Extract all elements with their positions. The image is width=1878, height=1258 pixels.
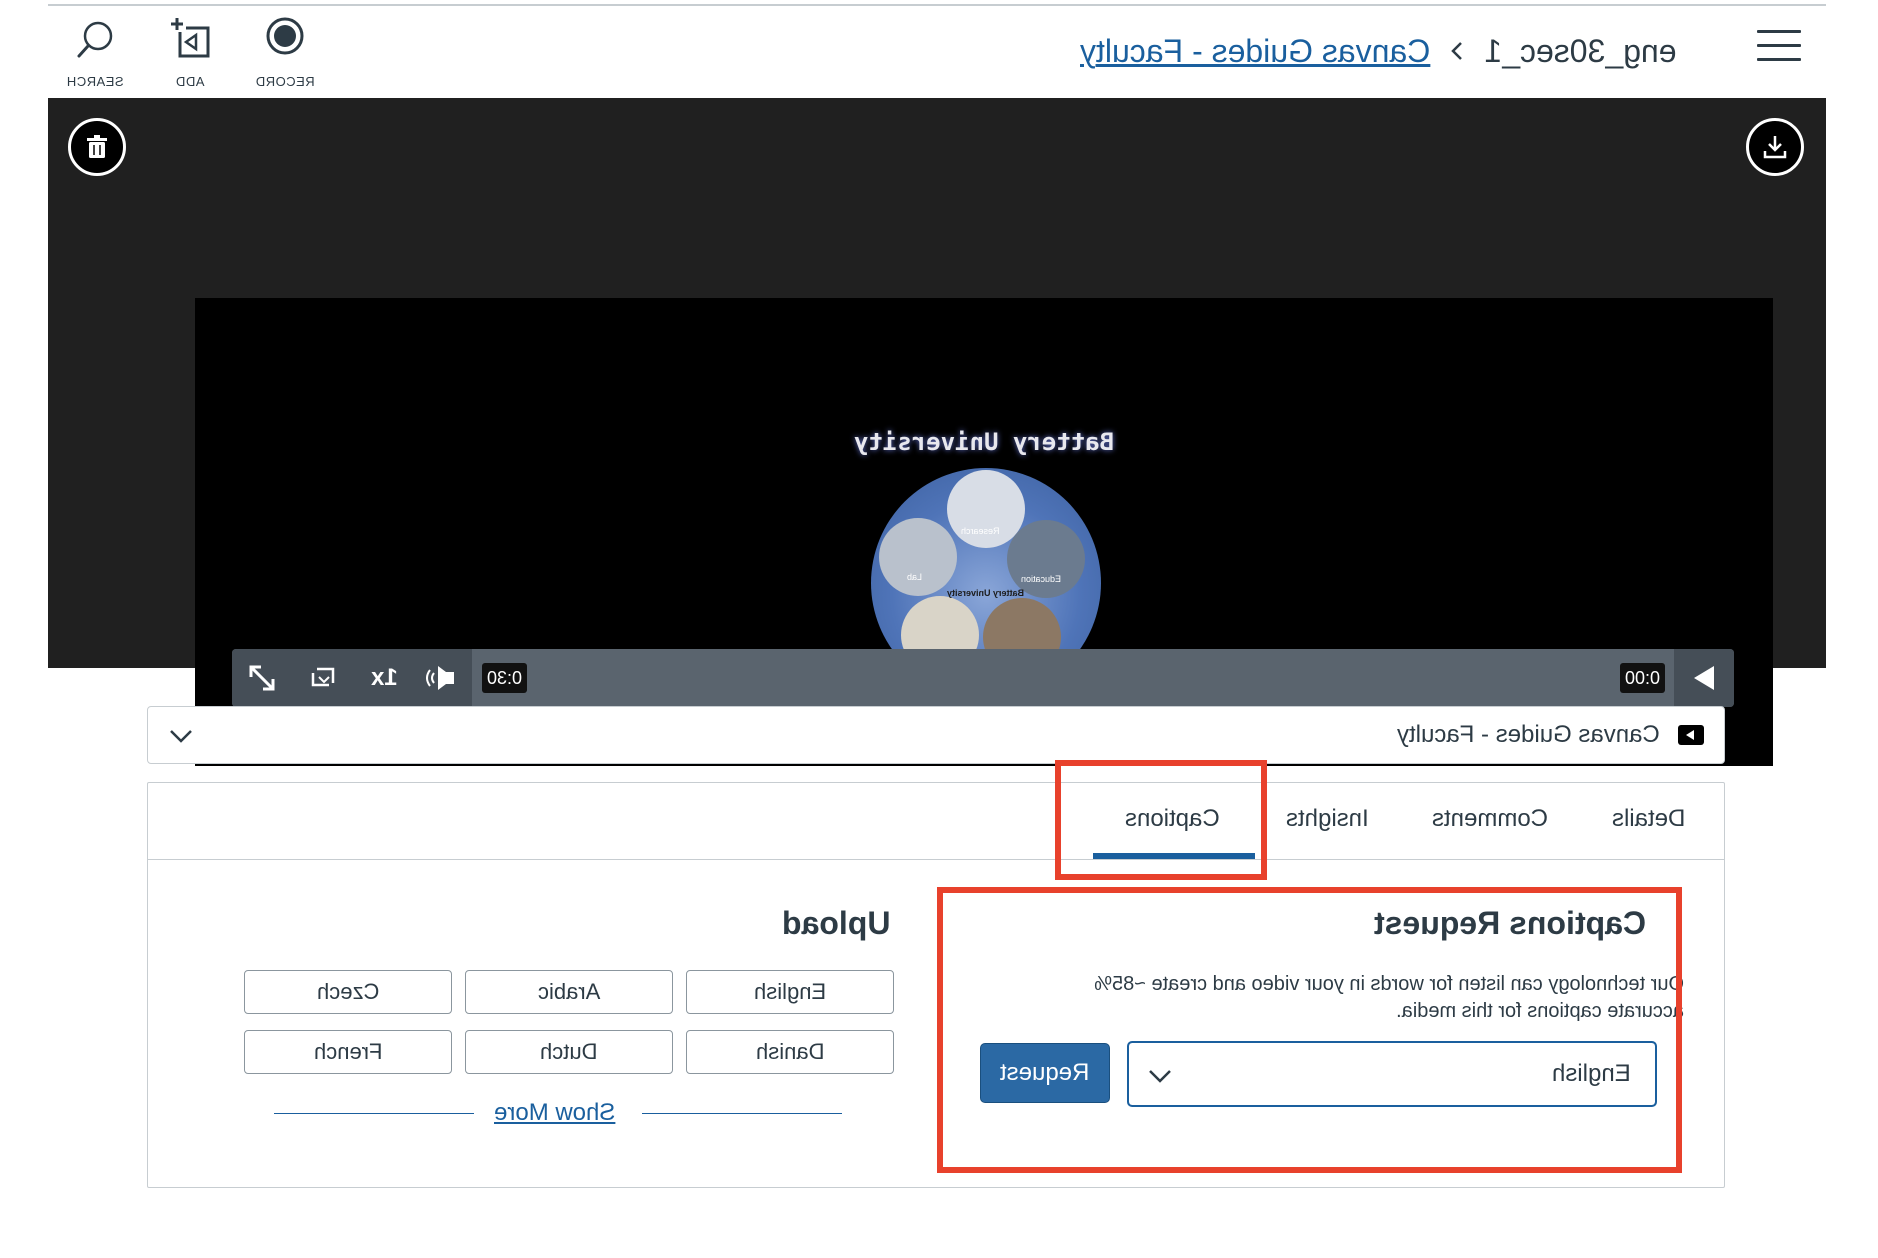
picture-in-picture-button[interactable] [300,649,346,707]
fullscreen-icon [249,665,275,691]
fullscreen-button[interactable] [238,649,286,707]
tab-comments[interactable]: Comments [1432,805,1548,833]
highlight-captions-tab [1055,760,1267,880]
logo-label-education: Education [1021,574,1062,584]
upload-czech-label: Czech [316,979,380,1004]
duration-display: 0:30 [482,663,528,693]
video-source-icon [1678,725,1704,745]
player-controls: 1x 0:30 0:00 [232,649,1734,707]
chevron-down-icon [170,730,192,743]
upload-danish-label: Danish [755,1039,825,1064]
upload-dutch-button[interactable]: Dutch [465,1030,673,1074]
upload-danish-button[interactable]: Danish [686,1030,894,1074]
upload-french-label: French [313,1039,383,1064]
current-time-text: 0:00 [1625,668,1661,688]
chevron-right-icon [1451,42,1463,60]
play-button[interactable] [1674,649,1734,707]
duration-text: 0:30 [487,668,523,688]
upload-french-button[interactable]: French [244,1030,452,1074]
search-tool[interactable]: SEARCH [50,16,140,89]
upload-czech-button[interactable]: Czech [244,970,452,1014]
volume-icon [426,666,454,690]
playback-speed-value: 1x [370,664,398,691]
upload-dutch-label: Dutch [540,1039,598,1064]
search-icon [77,21,113,58]
upload-arabic-button[interactable]: Arabic [465,970,673,1014]
download-button[interactable] [1746,118,1804,176]
media-source-label: Canvas Guides - Faculty [1397,721,1660,748]
media-frame: Battery University Research Education La… [48,98,1826,766]
breadcrumb-parent-link[interactable]: Canvas Guides - Faculty [1080,33,1430,70]
logo-label-lab: Lab [907,572,923,582]
upload-english-button[interactable]: English [686,970,894,1014]
show-more-divider-left [274,1113,474,1114]
add-media-icon [168,16,210,58]
media-source-select[interactable]: Canvas Guides - Faculty [147,706,1725,764]
breadcrumb-current: eng_30sec_1 [1484,32,1677,69]
show-more-divider-right [642,1113,842,1114]
top-divider [48,4,1826,6]
logo-label-center: Battery University [947,588,1025,598]
tab-bar: Details Comments Insights Captions [148,783,1724,860]
current-time-display: 0:00 [1620,663,1666,693]
video-player[interactable]: Battery University Research Education La… [195,298,1773,766]
trash-icon [87,135,107,158]
playback-speed-button[interactable]: 1x [360,649,408,707]
highlight-captions-request [937,887,1682,1173]
play-icon [1694,666,1714,690]
video-title-text: Battery University [853,428,1115,456]
record-tool[interactable]: RECORD [240,16,330,89]
add-tool[interactable]: ADD [145,16,235,89]
breadcrumb: Canvas Guides - Faculty eng_30sec_1 [1080,30,1722,72]
upload-arabic-label: Arabic [537,979,601,1004]
hamburger-menu-icon[interactable] [1757,30,1801,66]
tab-insights[interactable]: Insights [1286,805,1369,833]
record-icon [266,17,304,55]
delete-button[interactable] [68,118,126,176]
add-label: ADD [175,74,205,89]
logo-label-research: Research [961,526,1000,536]
search-label: SEARCH [66,74,124,89]
picture-in-picture-icon [311,667,335,687]
upload-english-label: English [753,979,827,1004]
show-more-link[interactable]: Show More [494,1099,615,1127]
upload-title: Upload [782,905,891,941]
record-label: RECORD [255,74,315,89]
volume-button[interactable] [418,649,464,707]
download-icon [1763,136,1787,159]
tab-details[interactable]: Details [1612,805,1685,833]
